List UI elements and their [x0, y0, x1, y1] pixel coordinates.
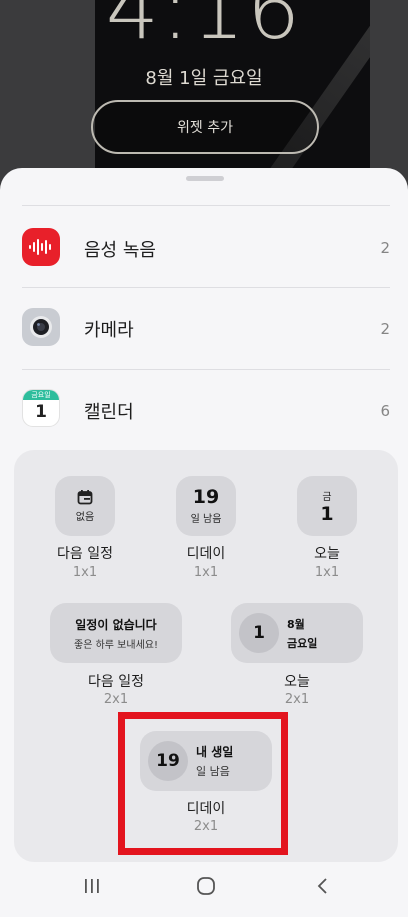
app-row-camera[interactable]: 카메라 2 — [0, 288, 408, 368]
navigation-bar — [0, 862, 408, 917]
recent-apps-icon — [85, 879, 99, 893]
today-month: 8월 — [287, 617, 305, 631]
widget-name: 오늘 — [314, 546, 340, 562]
sheet-drag-handle[interactable] — [186, 176, 224, 181]
widget-dday-1x1[interactable]: 19 일 남음 — [176, 476, 236, 536]
upcoming-title: 일정이 없습니다 — [75, 617, 157, 632]
dday-sub: 일 남음 — [190, 514, 222, 525]
highlight-box — [118, 712, 288, 855]
home-icon — [197, 877, 215, 895]
today-date: 1 — [320, 502, 334, 525]
add-widget-button[interactable]: 위젯 추가 — [91, 100, 319, 154]
lock-date: 8월 1일 금요일 — [145, 68, 263, 89]
recent-apps-button[interactable] — [82, 876, 102, 900]
calendar-icon: 금요일 1 — [22, 389, 60, 427]
today-weekday: 금요일 — [287, 636, 318, 650]
widget-count: 2 — [380, 239, 390, 257]
calendar-add-icon — [77, 490, 93, 505]
calendar-icon-weekday: 금요일 — [23, 390, 59, 400]
widget-name: 디데이 — [186, 546, 226, 562]
widget-count: 6 — [380, 402, 390, 420]
app-row-calendar[interactable]: 금요일 1 캘린더 6 — [0, 370, 408, 450]
widget-name: 다음 일정 — [57, 546, 113, 562]
app-name: 음성 녹음 — [84, 240, 156, 261]
voice-recorder-icon — [22, 228, 60, 266]
app-row-voice-recorder[interactable]: 음성 녹음 2 — [0, 206, 408, 286]
widget-size: 1x1 — [72, 565, 98, 580]
widget-size: 1x1 — [193, 565, 219, 580]
back-button[interactable] — [313, 876, 333, 900]
widget-size: 2x1 — [284, 692, 310, 707]
dday-number: 19 — [192, 486, 220, 508]
home-button[interactable] — [196, 876, 216, 900]
today-weekday: 금 — [322, 491, 332, 503]
widget-today-2x1[interactable]: 1 8월 금요일 — [231, 603, 363, 663]
lock-clock: 4:16 — [105, 0, 303, 58]
widget-name: 오늘 — [284, 674, 310, 690]
widget-count: 2 — [380, 320, 390, 338]
app-name: 캘린더 — [84, 402, 134, 423]
calendar-icon-date: 1 — [35, 402, 47, 422]
back-icon — [317, 878, 327, 894]
widget-status-text: 없음 — [75, 512, 95, 523]
camera-icon — [22, 308, 60, 346]
widget-today-1x1[interactable]: 금 1 — [297, 476, 357, 536]
widget-size: 1x1 — [314, 565, 340, 580]
app-name: 카메라 — [84, 320, 134, 341]
widget-upcoming-1x1[interactable]: 없음 — [55, 476, 115, 536]
today-date-circle: 1 — [239, 613, 279, 653]
upcoming-sub: 좋은 하루 보내세요! — [74, 639, 158, 651]
widget-name: 다음 일정 — [88, 674, 144, 690]
widget-upcoming-2x1[interactable]: 일정이 없습니다 좋은 하루 보내세요! — [50, 603, 182, 663]
widget-size: 2x1 — [103, 692, 129, 707]
